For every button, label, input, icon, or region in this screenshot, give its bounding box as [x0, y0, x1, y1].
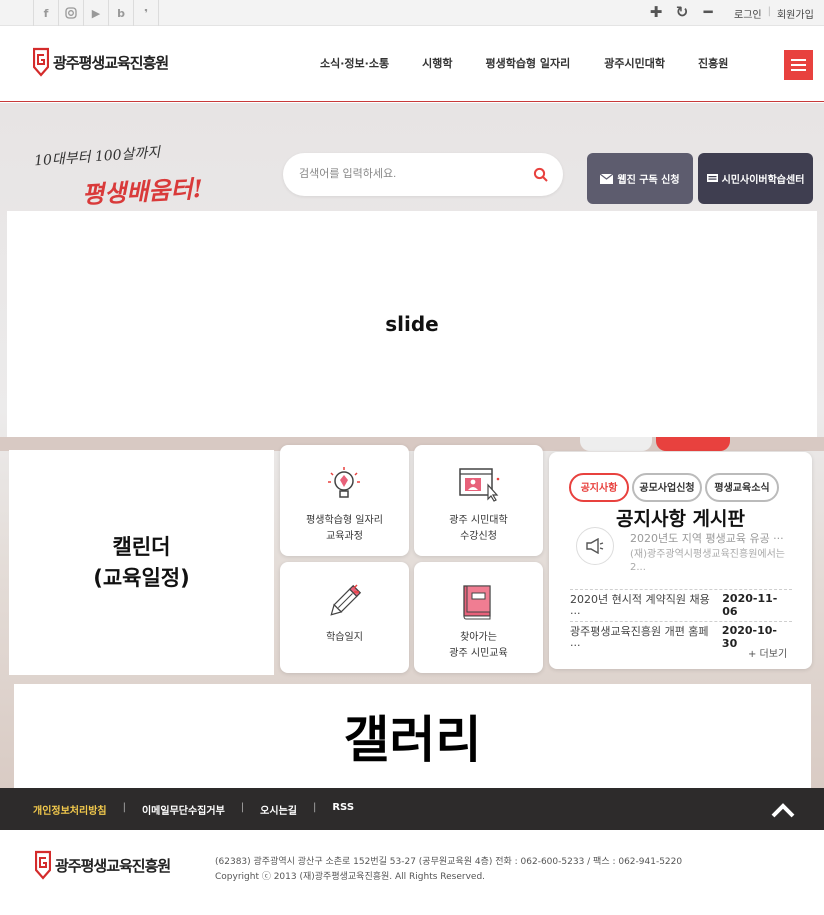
sns-links: f ▶ b ❜	[33, 0, 159, 26]
webzine-label: 웹진 구독 신청	[617, 175, 680, 186]
footer-copyright: Copyright ⓒ 2013 (재)광주평생교육진흥원. All Right…	[215, 872, 486, 882]
featured-notice-desc: (재)광주광역시평생교육진흥원에서는 2...	[630, 549, 786, 573]
list-item[interactable]: 2020년 현시적 계약직원 채용 ··· 2020-11-06	[570, 589, 792, 620]
footer-bar: 개인정보처리방침 | 이메일무단수집거부 | 오시는길 | RSS	[0, 788, 824, 830]
main-nav: 소식·정보·소통 시행학 평생학습형 일자리 광주시민대학 진흥원	[320, 55, 762, 71]
notice-tabs: 공지사항 공모사업신청 평생교육소식	[569, 473, 779, 502]
menu-line	[791, 64, 806, 66]
zoom-controls: ✚ ↻ ━	[647, 3, 717, 21]
footer-links: 개인정보처리방침 | 이메일무단수집거부 | 오시는길 | RSS	[33, 802, 354, 817]
footer-logo: 광주평생교육진흥원	[35, 850, 171, 880]
calendar-subtitle: (교육일정)	[93, 565, 190, 590]
tile-label-2: 교육과정	[326, 531, 363, 542]
gallery-section[interactable]: 갤러리	[14, 684, 811, 788]
nav-jobs[interactable]: 평생학습형 일자리	[485, 55, 570, 71]
join-link[interactable]: 회원가입	[777, 6, 814, 21]
member-links: 로그인 | 회원가입	[734, 6, 814, 21]
email-refusal-link[interactable]: 이메일무단수집거부	[142, 802, 225, 817]
notice-board: 공지사항 공모사업신청 평생교육소식 2020년도 지역 평생교육 유공 ···…	[549, 452, 812, 669]
divider: |	[312, 802, 317, 813]
nav-news[interactable]: 소식·정보·소통	[320, 55, 389, 71]
slogan-line1: 10대부터 100살까지	[33, 144, 161, 170]
search-icon[interactable]	[533, 167, 549, 183]
blog-icon[interactable]: b	[109, 0, 134, 26]
book-icon	[463, 585, 491, 620]
kakao-icon[interactable]: ❜	[134, 0, 159, 26]
slogan: 10대부터 100살까지 평생배움터!	[30, 145, 210, 210]
lightbulb-icon	[328, 467, 360, 498]
mail-icon	[600, 173, 614, 184]
directions-link[interactable]: 오시는길	[260, 802, 297, 817]
hamburger-menu-button[interactable]	[784, 50, 813, 80]
facebook-icon[interactable]: f	[34, 0, 59, 26]
instagram-icon[interactable]	[59, 0, 84, 26]
cyber-label: 시민사이버학습센터	[721, 175, 805, 186]
footer-address: (62383) 광주광역시 광산구 소촌로 152번길 53-27 (공무원교육…	[215, 857, 683, 867]
rss-link[interactable]: RSS	[332, 802, 354, 817]
site-logo[interactable]: 광주평생교육진흥원	[33, 47, 169, 77]
tile-citizen-college-apply[interactable]: 광주 시민대학 수강신청	[414, 445, 543, 556]
search-box	[283, 153, 563, 196]
nav-program[interactable]: 시행학	[422, 55, 452, 71]
footer-address-block: (62383) 광주광역시 광산구 소촌로 152번길 53-27 (공무원교육…	[215, 855, 682, 885]
megaphone-icon	[576, 527, 614, 565]
logo-text: 광주평생교육진흥원	[53, 53, 169, 72]
pencil-icon	[330, 584, 362, 616]
refresh-icon[interactable]: ↻	[673, 3, 691, 21]
more-link[interactable]: + 더보기	[748, 645, 787, 660]
notice-item-title: 2020년 현시적 계약직원 채용 ···	[570, 592, 710, 620]
zoom-in-icon[interactable]: ✚	[647, 3, 665, 21]
divider: |	[122, 802, 126, 813]
tab-education-news[interactable]: 평생교육소식	[705, 473, 779, 502]
notice-item-date: 2020-11-06	[722, 592, 778, 618]
slogan-line2: 평생배움터!	[81, 173, 204, 210]
logo-mark-icon	[35, 850, 51, 880]
privacy-policy-link[interactable]: 개인정보처리방침	[33, 802, 107, 817]
utility-bar: f ▶ b ❜ ✚ ↻ ━ 로그인 | 회원가입	[0, 0, 824, 26]
footer-logo-text: 광주평생교육진흥원	[55, 856, 171, 875]
tile-label-2: 광주 시민교육	[449, 648, 508, 659]
search-input[interactable]	[299, 164, 524, 184]
notice-board-title: 공지사항 게시판	[616, 508, 745, 530]
login-link[interactable]: 로그인	[734, 6, 762, 21]
cyber-learning-button[interactable]: 시민사이버학습센터	[698, 153, 813, 204]
monitor-icon	[706, 173, 718, 182]
slide-tab-right	[656, 437, 730, 451]
tile-outreach-education[interactable]: 찾아가는 광주 시민교육	[414, 562, 543, 673]
calendar-title: 캘린더	[112, 534, 171, 559]
divider: |	[767, 6, 771, 17]
menu-line	[791, 59, 806, 61]
webzine-subscribe-button[interactable]: 웹진 구독 신청	[587, 153, 693, 204]
tile-label-1: 학습일지	[326, 632, 363, 643]
nav-citizen-college[interactable]: 광주시민대학	[604, 55, 665, 71]
zoom-out-icon[interactable]: ━	[699, 3, 717, 21]
tile-label-1: 평생학습형 일자리	[306, 515, 383, 526]
featured-notice-title[interactable]: 2020년도 지역 평생교육 유공 ···	[630, 530, 795, 546]
slide-tab-left	[580, 437, 652, 451]
tile-job-training[interactable]: 평생학습형 일자리 교육과정	[280, 445, 409, 556]
main-slide[interactable]: slide	[7, 211, 817, 437]
site-header: 광주평생교육진흥원 소식·정보·소통 시행학 평생학습형 일자리 광주시민대학 …	[0, 26, 824, 102]
notice-item-title: 광주평생교육진흥원 개편 홈페 ···	[570, 624, 709, 652]
menu-line	[791, 69, 806, 71]
scroll-top-icon[interactable]	[770, 796, 796, 822]
nav-institute[interactable]: 진흥원	[698, 55, 728, 71]
tab-notice[interactable]: 공지사항	[569, 473, 629, 502]
tile-label-2: 수강신청	[460, 531, 497, 542]
calendar-widget[interactable]: 캘린더 (교육일정)	[9, 450, 274, 675]
tab-contest[interactable]: 공모사업신청	[632, 473, 702, 502]
youtube-icon[interactable]: ▶	[84, 0, 109, 26]
divider: |	[240, 802, 245, 813]
tile-label-1: 광주 시민대학	[449, 515, 508, 526]
tile-label-1: 찾아가는	[460, 632, 497, 643]
online-class-icon	[459, 468, 500, 502]
tile-learning-log[interactable]: 학습일지	[280, 562, 409, 673]
logo-mark-icon	[33, 47, 49, 77]
